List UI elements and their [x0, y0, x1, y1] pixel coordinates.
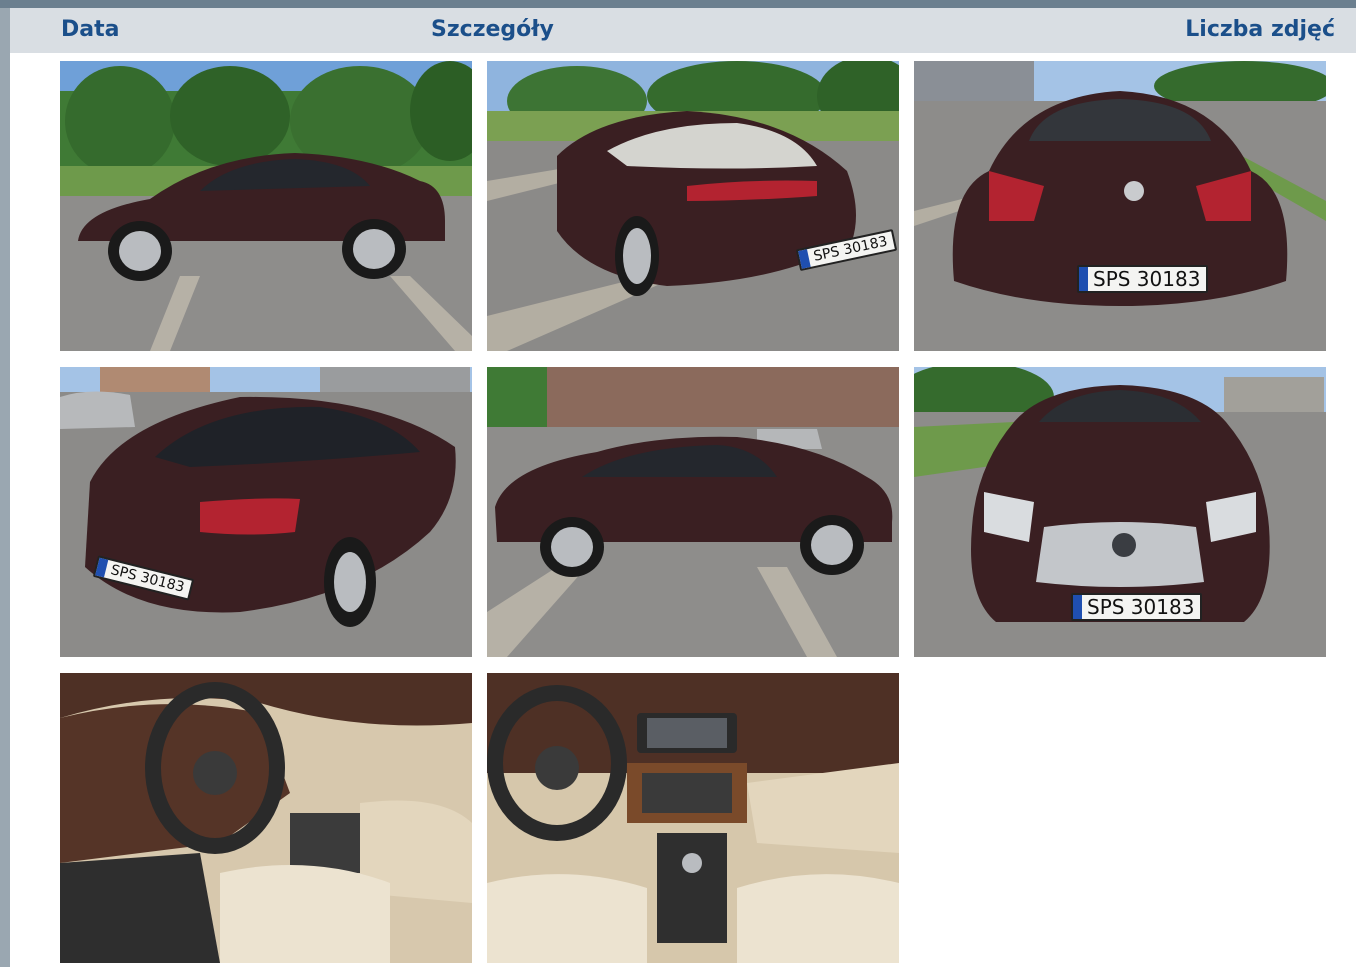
car-interior-driver-image — [60, 673, 472, 963]
car-rear-three-quarter-image — [487, 61, 899, 351]
column-header-date[interactable]: Data — [61, 16, 119, 44]
car-photo-side-right[interactable] — [487, 367, 899, 657]
car-photo-side-left[interactable] — [60, 61, 472, 351]
left-border — [0, 8, 10, 967]
car-photo-rear-three-quarter[interactable]: SPS 30183 — [487, 61, 899, 351]
top-accent-bar — [0, 0, 1356, 8]
license-plate: SPS 30183 — [1071, 593, 1203, 621]
column-header-details[interactable]: Szczegóły — [431, 16, 554, 44]
car-photo-interior-driver[interactable] — [60, 673, 472, 963]
car-photo-interior-dashboard[interactable] — [487, 673, 899, 963]
car-side-right-image — [487, 367, 899, 657]
table-header: Data Szczegóły Liczba zdjęć — [10, 8, 1356, 53]
car-rear-image — [914, 61, 1326, 351]
car-photo-rear[interactable]: SPS 30183 — [914, 61, 1326, 351]
license-plate: SPS 30183 — [1077, 265, 1209, 293]
column-header-photo-count[interactable]: Liczba zdjęć — [1185, 16, 1335, 44]
car-interior-dashboard-image — [487, 673, 899, 963]
car-photo-front[interactable]: SPS 30183 — [914, 367, 1326, 657]
car-side-left-image — [60, 61, 472, 351]
car-rear-three-quarter-right-image — [60, 367, 472, 657]
car-photo-rear-three-quarter-right[interactable]: SPS 30183 — [60, 367, 472, 657]
gallery-page: Data Szczegóły Liczba zdjęć SPS 30183 SP… — [0, 0, 1356, 967]
